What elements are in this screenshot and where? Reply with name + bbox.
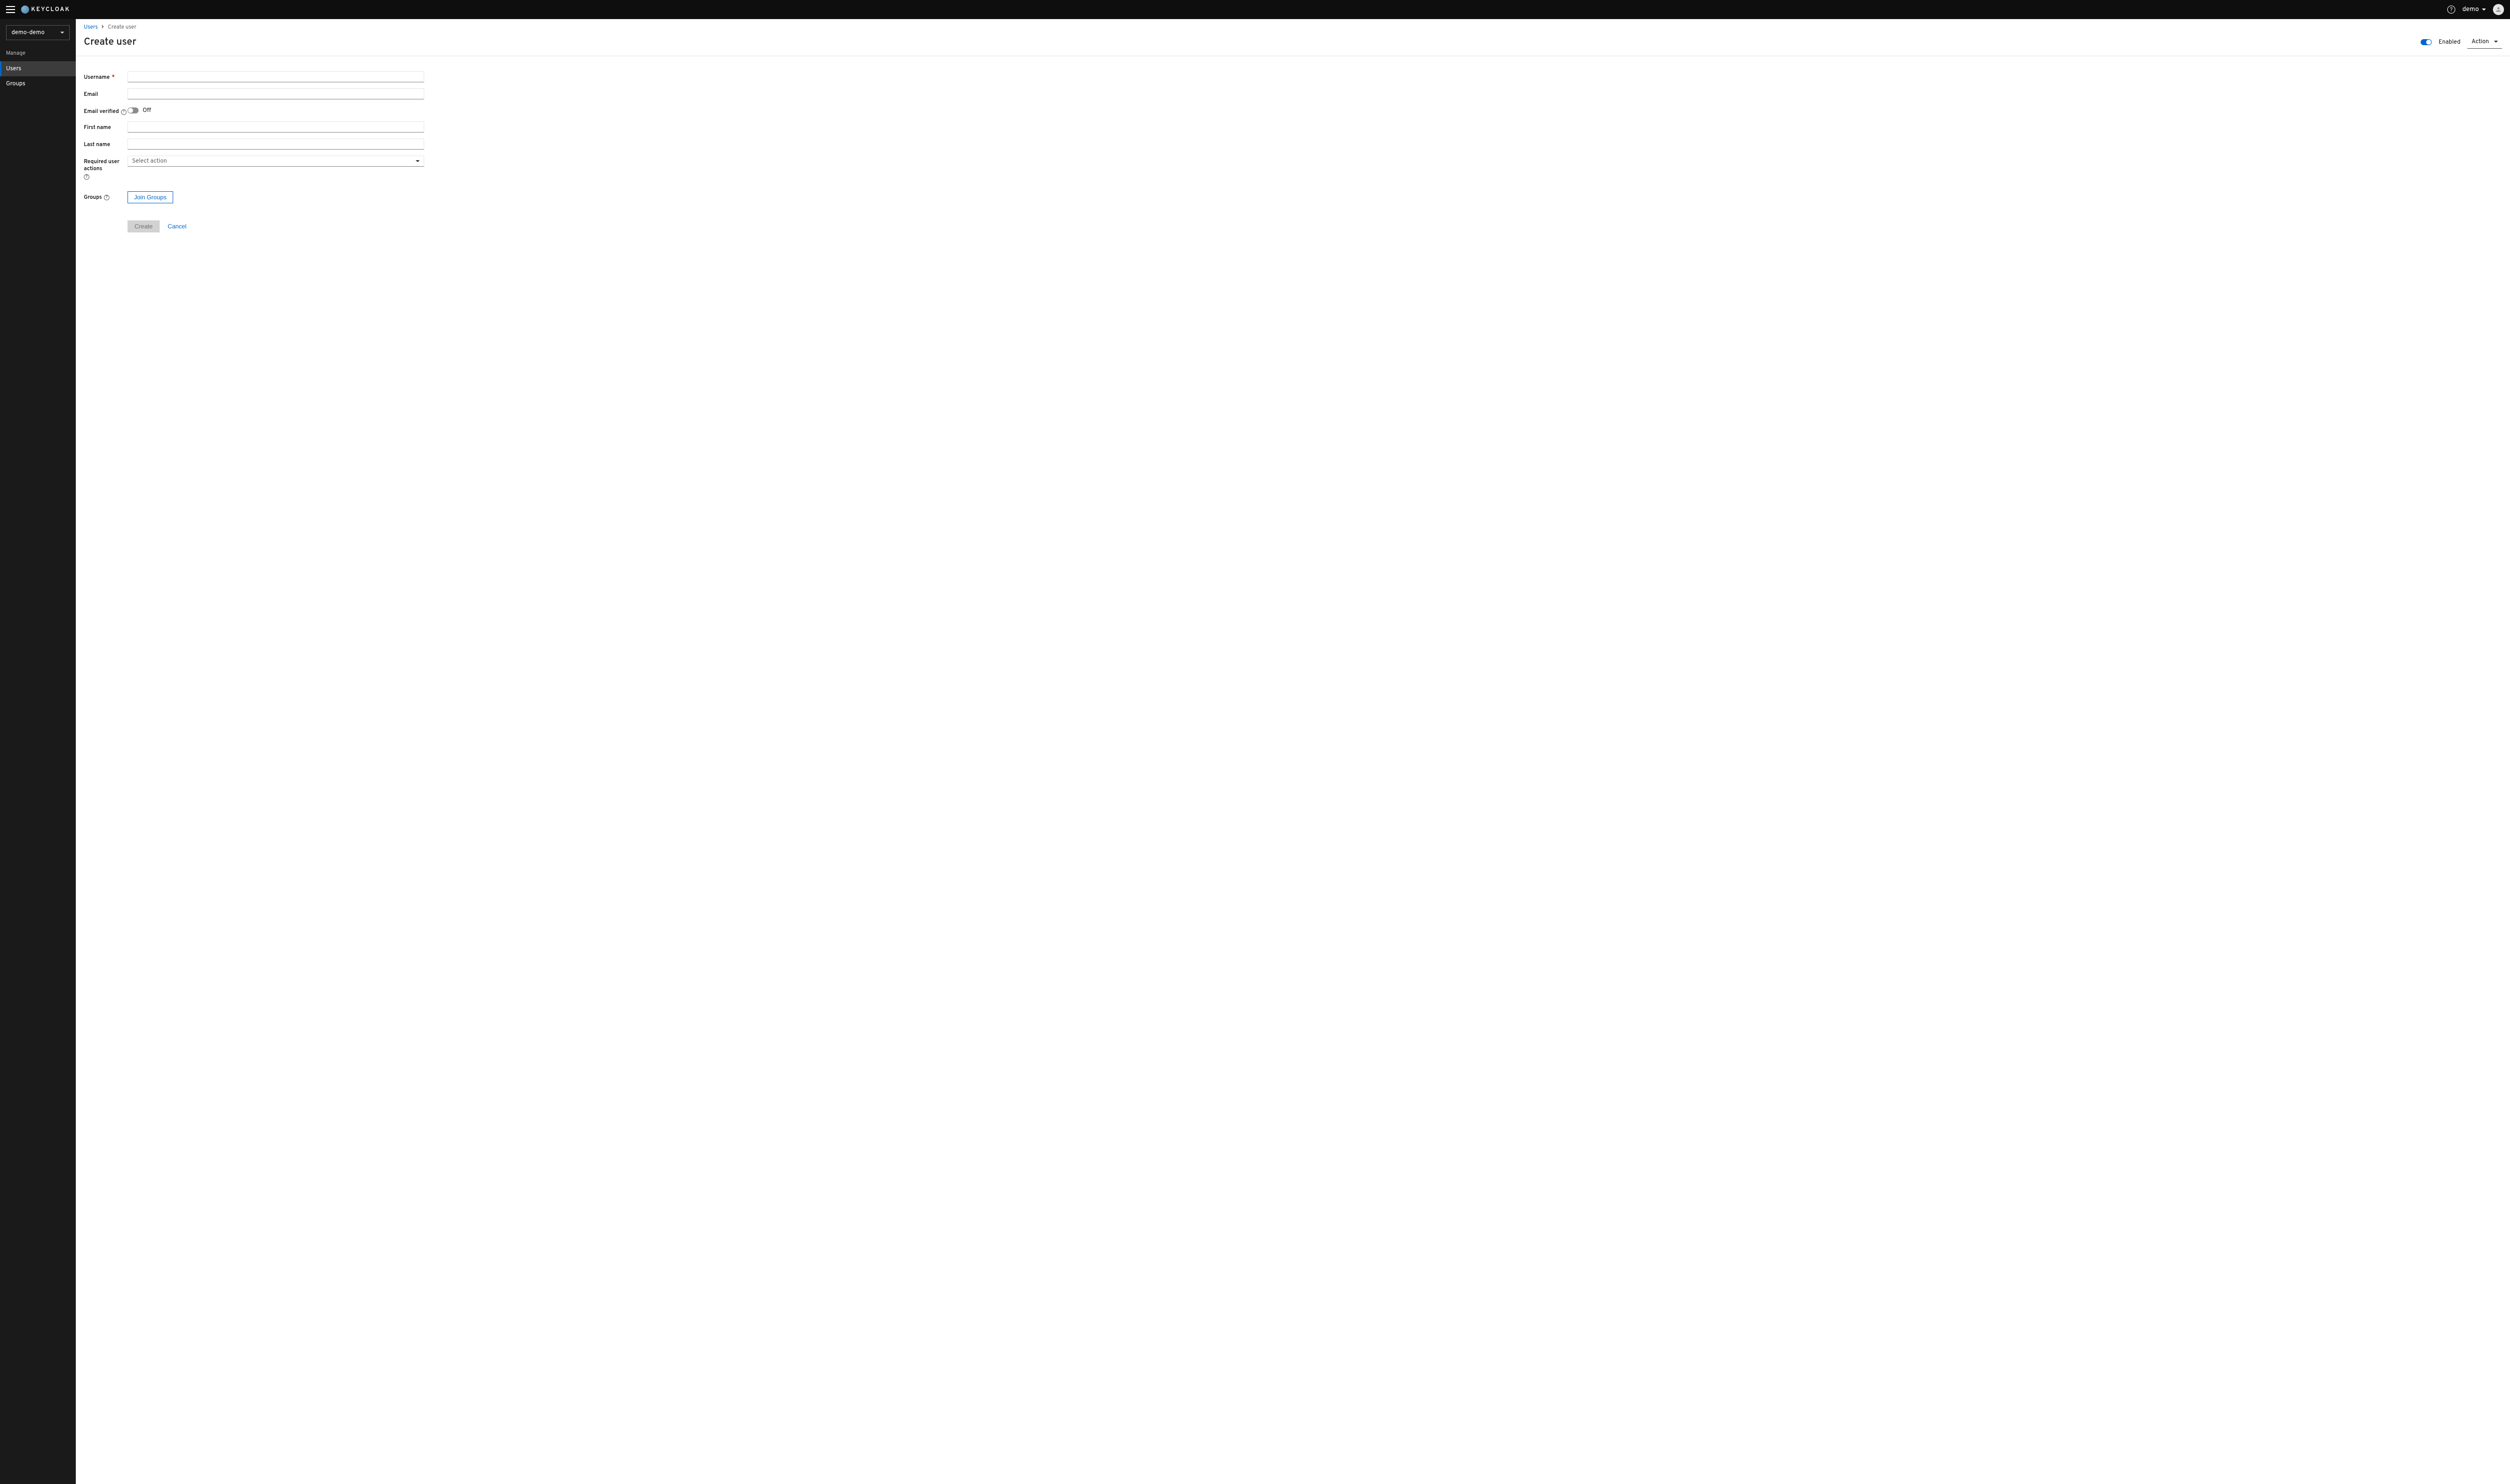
- help-icon[interactable]: ?: [104, 195, 109, 200]
- app-header: KEYCLOAK ? demo: [0, 0, 2510, 19]
- sidebar: demo-demo Manage Users Groups: [0, 19, 76, 1484]
- breadcrumb: Users Create user: [76, 19, 2510, 33]
- brand-text: KEYCLOAK: [31, 6, 70, 14]
- email-verified-value: Off: [143, 106, 151, 114]
- page-title: Create user: [84, 36, 137, 49]
- action-label: Action: [2471, 38, 2489, 46]
- breadcrumb-users-link[interactable]: Users: [84, 24, 98, 31]
- enabled-label: Enabled: [2439, 38, 2461, 46]
- required-actions-select[interactable]: Select action: [128, 156, 424, 167]
- username-label: Username *: [84, 71, 128, 81]
- page-actions: Enabled Action: [2421, 35, 2502, 49]
- logo-mark-icon: [21, 6, 29, 14]
- help-icon[interactable]: ?: [121, 109, 127, 115]
- avatar[interactable]: [2493, 4, 2504, 15]
- app-logo[interactable]: KEYCLOAK: [21, 6, 70, 14]
- caret-down-icon: [2494, 41, 2498, 43]
- email-verified-toggle[interactable]: [128, 107, 139, 113]
- realm-selector[interactable]: demo-demo: [6, 25, 70, 40]
- first-name-label: First name: [84, 121, 128, 132]
- caret-down-icon: [60, 32, 64, 34]
- caret-down-icon: [416, 160, 420, 162]
- last-name-input[interactable]: [128, 139, 424, 150]
- realm-name: demo-demo: [12, 29, 45, 37]
- email-label: Email: [84, 88, 128, 98]
- sidebar-item-users[interactable]: Users: [0, 61, 76, 76]
- header-left: KEYCLOAK: [6, 6, 70, 14]
- chevron-right-icon: [101, 24, 105, 31]
- create-button[interactable]: Create: [128, 220, 160, 232]
- user-icon: [2495, 6, 2502, 13]
- sidebar-section-manage: Manage: [0, 46, 76, 61]
- user-menu[interactable]: demo: [2462, 6, 2486, 14]
- hamburger-icon[interactable]: [6, 6, 15, 13]
- cancel-button[interactable]: Cancel: [168, 223, 186, 230]
- create-user-form: Username * Email Email verified ?: [76, 56, 432, 244]
- caret-down-icon: [2482, 9, 2486, 11]
- required-actions-label: Required user actions ?: [84, 156, 128, 180]
- email-input[interactable]: [128, 88, 424, 99]
- main-content: Users Create user Create user Enabled Ac…: [76, 19, 2510, 1484]
- sidebar-item-groups[interactable]: Groups: [0, 76, 76, 91]
- help-icon[interactable]: ?: [2447, 6, 2455, 14]
- help-icon[interactable]: ?: [84, 174, 89, 180]
- last-name-label: Last name: [84, 139, 128, 149]
- select-placeholder: Select action: [132, 157, 167, 165]
- email-verified-label: Email verified ?: [84, 105, 128, 115]
- first-name-input[interactable]: [128, 121, 424, 133]
- user-name: demo: [2462, 6, 2479, 14]
- join-groups-button[interactable]: Join Groups: [128, 191, 173, 203]
- action-dropdown[interactable]: Action: [2467, 35, 2502, 49]
- username-input[interactable]: [128, 71, 424, 82]
- required-indicator: *: [112, 74, 115, 81]
- groups-label: Groups ?: [84, 191, 128, 201]
- breadcrumb-current: Create user: [108, 24, 137, 31]
- header-right: ? demo: [2447, 4, 2504, 15]
- enabled-toggle[interactable]: [2421, 39, 2432, 45]
- page-header: Create user Enabled Action: [76, 33, 2510, 56]
